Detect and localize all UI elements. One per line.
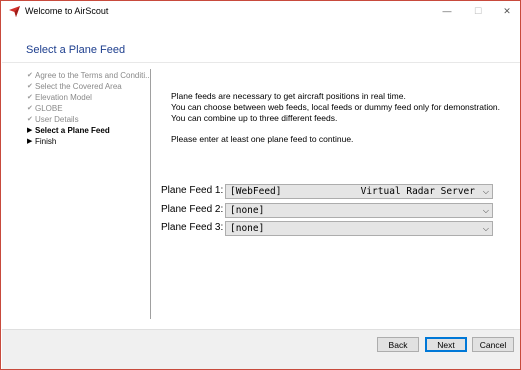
wizard-step: ✔ User Details (27, 114, 149, 125)
wizard-step-label: Elevation Model (35, 93, 92, 102)
plane-feed-2-select[interactable]: [none] ⌵ (225, 203, 493, 218)
nav-divider (150, 69, 151, 319)
wizard-step: ▶ Finish (27, 136, 149, 147)
wizard-step-label: GLOBE (35, 104, 63, 113)
checkmark-icon: ✔ (27, 116, 33, 123)
plane-feed-1-row: Plane Feed 1: [WebFeed] Virtual Radar Se… (161, 184, 493, 199)
wizard-step: ✔ GLOBE (27, 103, 149, 114)
page-title: Select a Plane Feed (26, 44, 126, 56)
maximize-button[interactable]: ☐ (464, 1, 492, 21)
plane-feed-2-label: Plane Feed 2: (161, 204, 224, 215)
minimize-button[interactable]: — (433, 1, 461, 21)
minimize-icon: — (442, 6, 452, 16)
info-text: Plane feeds are necessary to get aircraf… (171, 91, 500, 124)
next-button[interactable]: Next (425, 337, 467, 352)
wizard-steps: ✔ Agree to the Terms and Conditi... ✔ Selec… (27, 70, 149, 147)
wizard-step: ✔ Select the Covered Area (27, 81, 149, 92)
chevron-down-icon: ⌵ (482, 206, 489, 215)
plane-feed-1-value: [WebFeed] (230, 186, 282, 197)
info-line: You can choose between web feeds, local … (171, 102, 501, 112)
close-button[interactable]: ✕ (493, 1, 521, 21)
header-divider (2, 62, 520, 63)
info-line: You can combine up to three different fe… (171, 113, 338, 123)
title-bar[interactable]: Welcome to AirScout — ☐ ✕ (1, 1, 520, 23)
plane-feed-3-row: Plane Feed 3: [none] ⌵ (161, 221, 493, 236)
arrow-right-icon: ▶ (27, 127, 33, 134)
instruction-text: Please enter at least one plane feed to … (171, 134, 354, 144)
chevron-down-icon: ⌵ (482, 224, 489, 233)
plane-feed-2-value: [none] (230, 205, 265, 216)
plane-feed-1-detail: Virtual Radar Server (360, 186, 475, 197)
wizard-step-label: Agree to the Terms and Conditi... (35, 71, 149, 80)
window-title: Welcome to AirScout (25, 6, 109, 16)
close-icon: ✕ (503, 5, 511, 16)
plane-feed-1-label: Plane Feed 1: (161, 185, 224, 196)
plane-feed-3-value: [none] (230, 223, 265, 234)
plane-feed-3-select[interactable]: [none] ⌵ (225, 221, 493, 236)
checkmark-icon: ✔ (27, 94, 33, 101)
airscout-logo-icon (9, 6, 20, 17)
wizard-step-label: Finish (35, 137, 57, 146)
maximize-icon: ☐ (473, 5, 483, 16)
arrow-right-icon: ▶ (27, 138, 33, 145)
plane-feed-1-select[interactable]: [WebFeed] Virtual Radar Server ⌵ (225, 184, 493, 199)
checkmark-icon: ✔ (27, 83, 33, 90)
wizard-step-label: Select a Plane Feed (35, 126, 110, 135)
checkmark-icon: ✔ (27, 105, 33, 112)
wizard-step-label: User Details (35, 115, 79, 124)
info-line: Plane feeds are necessary to get aircraf… (171, 91, 406, 101)
plane-feed-3-label: Plane Feed 3: (161, 222, 224, 233)
wizard-step: ✔ Agree to the Terms and Conditi... (27, 70, 149, 81)
back-button[interactable]: Back (377, 337, 419, 352)
cancel-button[interactable]: Cancel (472, 337, 514, 352)
chevron-down-icon: ⌵ (482, 187, 489, 196)
button-bar: Back Next Cancel (2, 329, 520, 369)
wizard-step: ✔ Elevation Model (27, 92, 149, 103)
wizard-step: ▶ Select a Plane Feed (27, 125, 149, 136)
wizard-step-label: Select the Covered Area (35, 82, 122, 91)
checkmark-icon: ✔ (27, 72, 33, 79)
plane-feed-2-row: Plane Feed 2: [none] ⌵ (161, 203, 493, 218)
wizard-window: Welcome to AirScout — ☐ ✕ Select a Plane… (0, 0, 521, 370)
